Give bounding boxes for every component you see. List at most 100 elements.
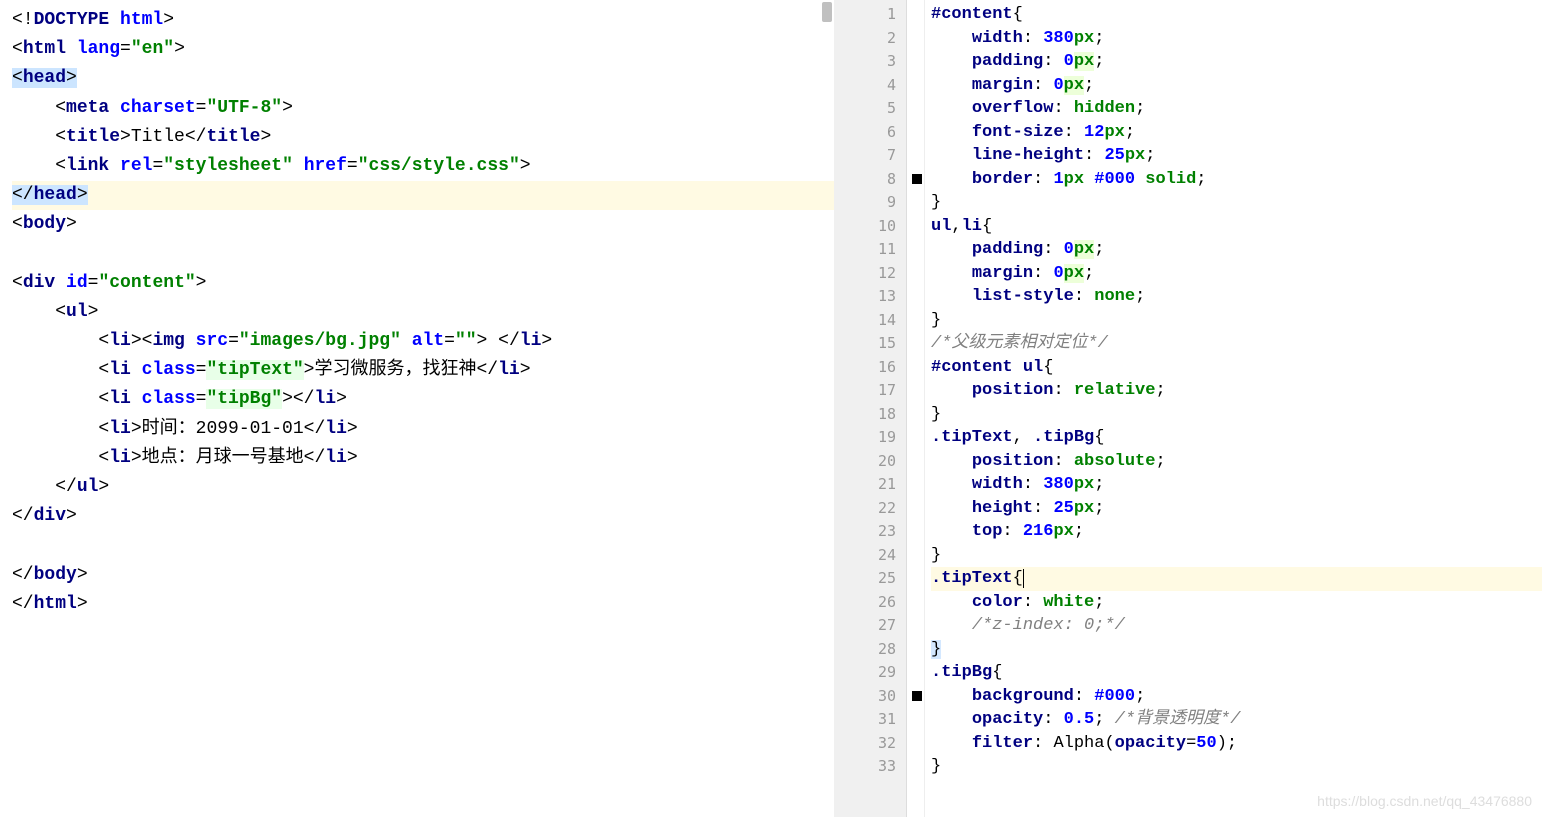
code-line[interactable]: }: [931, 638, 1542, 662]
code-line[interactable]: <meta charset="UTF-8">: [12, 94, 834, 123]
fold-marker: [907, 262, 924, 286]
code-line[interactable]: height: 25px;: [931, 497, 1542, 521]
fold-marker: [907, 638, 924, 662]
code-line[interactable]: ul,li{: [931, 215, 1542, 239]
code-line[interactable]: /*z-index: 0;*/: [931, 614, 1542, 638]
code-line[interactable]: <li><img src="images/bg.jpg" alt=""> </l…: [12, 327, 834, 356]
fold-marker: [907, 27, 924, 51]
code-line[interactable]: overflow: hidden;: [931, 97, 1542, 121]
code-line[interactable]: position: absolute;: [931, 450, 1542, 474]
code-line[interactable]: </ul>: [12, 473, 834, 502]
code-line[interactable]: <li class="tipText">学习微服务，找狂神</li>: [12, 356, 834, 385]
code-line[interactable]: #content{: [931, 3, 1542, 27]
code-line[interactable]: filter: Alpha(opacity=50);: [931, 732, 1542, 756]
code-line[interactable]: padding: 0px;: [931, 238, 1542, 262]
code-line[interactable]: /*父级元素相对定位*/: [931, 332, 1542, 356]
line-number: 31: [834, 708, 906, 732]
line-number: 12: [834, 262, 906, 286]
code-line[interactable]: <head>: [12, 64, 834, 93]
line-number: 16: [834, 356, 906, 380]
line-number: 1: [834, 3, 906, 27]
code-line[interactable]: <div id="content">: [12, 269, 834, 298]
css-code-area[interactable]: #content{ width: 380px; padding: 0px; ma…: [925, 0, 1542, 817]
code-line[interactable]: <link rel="stylesheet" href="css/style.c…: [12, 152, 834, 181]
fold-marker: [907, 426, 924, 450]
fold-marker: [907, 50, 924, 74]
line-number: 21: [834, 473, 906, 497]
code-line[interactable]: background: #000;: [931, 685, 1542, 709]
code-line[interactable]: }: [931, 309, 1542, 333]
fold-marker: [907, 567, 924, 591]
fold-marker: [907, 74, 924, 98]
fold-marker: [907, 332, 924, 356]
fold-marker: [907, 309, 924, 333]
watermark-text: https://blog.csdn.net/qq_43476880: [1317, 793, 1532, 809]
line-number: 6: [834, 121, 906, 145]
code-line[interactable]: .tipText, .tipBg{: [931, 426, 1542, 450]
code-line[interactable]: #content ul{: [931, 356, 1542, 380]
line-number: 28: [834, 638, 906, 662]
code-line[interactable]: margin: 0px;: [931, 74, 1542, 98]
fold-marker: [907, 732, 924, 756]
line-number: 22: [834, 497, 906, 521]
code-line[interactable]: </div>: [12, 502, 834, 531]
code-line[interactable]: width: 380px;: [931, 473, 1542, 497]
line-number: 15: [834, 332, 906, 356]
code-line[interactable]: padding: 0px;: [931, 50, 1542, 74]
code-line[interactable]: </body>: [12, 561, 834, 590]
code-line[interactable]: width: 380px;: [931, 27, 1542, 51]
right-editor-pane[interactable]: 1234567891011121314151617181920212223242…: [834, 0, 1542, 817]
code-line[interactable]: </head>: [12, 181, 834, 210]
left-editor-pane[interactable]: <!DOCTYPE html><html lang="en"><head> <m…: [0, 0, 834, 817]
code-line[interactable]: <!DOCTYPE html>: [12, 6, 834, 35]
code-line[interactable]: font-size: 12px;: [931, 121, 1542, 145]
line-number: 18: [834, 403, 906, 427]
fold-marker: [907, 356, 924, 380]
fold-marker: [907, 708, 924, 732]
fold-marker: [907, 544, 924, 568]
line-number: 10: [834, 215, 906, 239]
line-number: 33: [834, 755, 906, 779]
line-number: 23: [834, 520, 906, 544]
code-line[interactable]: }: [931, 755, 1542, 779]
code-line[interactable]: }: [931, 403, 1542, 427]
code-line[interactable]: line-height: 25px;: [931, 144, 1542, 168]
line-number: 17: [834, 379, 906, 403]
line-number: 5: [834, 97, 906, 121]
scrollbar-thumb[interactable]: [822, 2, 832, 22]
code-line[interactable]: .tipBg{: [931, 661, 1542, 685]
fold-marker: [907, 473, 924, 497]
code-line[interactable]: </html>: [12, 590, 834, 619]
fold-marker: [907, 614, 924, 638]
line-number: 3: [834, 50, 906, 74]
code-line[interactable]: border: 1px #000 solid;: [931, 168, 1542, 192]
code-line[interactable]: <li class="tipBg"></li>: [12, 385, 834, 414]
code-line[interactable]: margin: 0px;: [931, 262, 1542, 286]
code-line[interactable]: <title>Title</title>: [12, 123, 834, 152]
line-number: 27: [834, 614, 906, 638]
code-line[interactable]: position: relative;: [931, 379, 1542, 403]
code-line[interactable]: opacity: 0.5; /*背景透明度*/: [931, 708, 1542, 732]
html-code-area[interactable]: <!DOCTYPE html><html lang="en"><head> <m…: [12, 6, 834, 619]
code-line[interactable]: list-style: none;: [931, 285, 1542, 309]
code-line[interactable]: top: 216px;: [931, 520, 1542, 544]
line-number: 8: [834, 168, 906, 192]
line-number: 13: [834, 285, 906, 309]
code-line[interactable]: }: [931, 191, 1542, 215]
line-number: 20: [834, 450, 906, 474]
code-line[interactable]: <ul>: [12, 298, 834, 327]
code-line[interactable]: <li>地点：月球一号基地</li>: [12, 444, 834, 473]
line-number: 25: [834, 567, 906, 591]
code-line[interactable]: <html lang="en">: [12, 35, 834, 64]
fold-marker: [907, 191, 924, 215]
code-line[interactable]: <body>: [12, 210, 834, 239]
code-line[interactable]: color: white;: [931, 591, 1542, 615]
fold-column: [907, 0, 925, 817]
code-line[interactable]: }: [931, 544, 1542, 568]
code-line[interactable]: <li>时间：2099-01-01</li>: [12, 415, 834, 444]
code-line[interactable]: [12, 531, 834, 560]
fold-marker: [907, 97, 924, 121]
code-line[interactable]: .tipText{: [931, 567, 1542, 591]
fold-marker: [907, 379, 924, 403]
code-line[interactable]: [12, 240, 834, 269]
